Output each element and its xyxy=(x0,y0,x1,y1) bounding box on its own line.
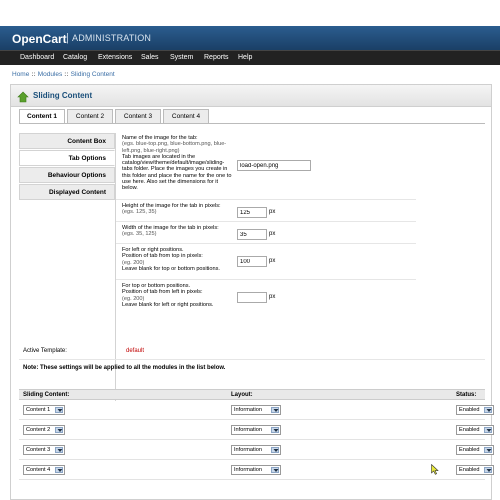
content-select[interactable]: Content 4 xyxy=(23,465,65,475)
module-icon xyxy=(17,90,29,103)
tab-content-1[interactable]: Content 1 xyxy=(19,109,65,123)
left-position-label-block: For top or bottom positions. Position of… xyxy=(122,283,234,308)
page-title: Sliding Content xyxy=(33,91,93,100)
col-layout: Layout: xyxy=(231,392,253,398)
chevron-down-icon xyxy=(271,447,279,453)
image-name-help: (egs. blue-top.png, blue-bottom.png, blu… xyxy=(122,141,227,154)
chevron-down-icon xyxy=(271,467,279,473)
tab-options-content: Name of the image for the tab: (egs. blu… xyxy=(115,133,416,401)
left-position-unit: px xyxy=(269,294,276,300)
image-name-input[interactable] xyxy=(237,160,311,171)
status-select[interactable]: Enabled xyxy=(456,445,494,455)
layout-select[interactable]: Information xyxy=(231,465,281,475)
col-status: Status: xyxy=(456,392,477,398)
height-input[interactable] xyxy=(237,207,267,218)
status-select[interactable]: Enabled xyxy=(456,425,494,435)
header-separator: | xyxy=(66,32,69,44)
vtab-content-box[interactable]: Content Box xyxy=(19,133,115,149)
breadcrumb-home[interactable]: Home xyxy=(12,71,29,78)
left-position-desc: Leave blank for left or right positions. xyxy=(122,301,214,308)
main-menu: Dashboard Catalog Extensions Sales Syste… xyxy=(0,50,500,65)
layout-select[interactable]: Information xyxy=(231,445,281,455)
row-divider xyxy=(19,359,485,360)
width-label-block: Width of the image for the tab in pixels… xyxy=(122,225,234,238)
height-help: (egs. 125, 35) xyxy=(122,209,157,216)
content-select[interactable]: Content 3 xyxy=(23,445,65,455)
table-row: Content 2 Information Enabled xyxy=(19,420,494,440)
chevron-down-icon xyxy=(484,407,492,413)
menu-system[interactable]: System xyxy=(170,54,193,61)
tab-divider xyxy=(19,123,485,124)
chevron-down-icon xyxy=(55,447,63,453)
row-divider xyxy=(116,199,416,200)
module-panel: Sliding Content Content 1 Content 2 Cont… xyxy=(10,84,494,500)
tab-content-4[interactable]: Content 4 xyxy=(163,109,209,123)
chevron-down-icon xyxy=(484,427,492,433)
settings-note: Note: These settings will be applied to … xyxy=(23,365,226,371)
height-unit: px xyxy=(269,209,276,215)
modules-table-header: Sliding Content: Layout: Status: xyxy=(19,389,485,400)
mouse-cursor-icon xyxy=(431,462,439,475)
chevron-down-icon xyxy=(55,467,63,473)
top-position-label-block: For left or right positions. Position of… xyxy=(122,247,234,272)
image-name-desc: Tab images are located in the catalog/vi… xyxy=(122,153,232,192)
col-sliding-content: Sliding Content: xyxy=(23,392,70,398)
top-position-unit: px xyxy=(269,258,276,264)
chevron-down-icon xyxy=(55,407,63,413)
chevron-down-icon xyxy=(271,427,279,433)
vtab-tab-options[interactable]: Tab Options xyxy=(19,150,115,166)
status-select[interactable]: Enabled xyxy=(456,405,494,415)
active-template-label: Active Template: xyxy=(23,348,67,354)
width-unit: px xyxy=(269,231,276,237)
row-divider xyxy=(116,243,416,244)
vtab-behaviour-options[interactable]: Behaviour Options xyxy=(19,167,115,183)
chevron-down-icon xyxy=(484,447,492,453)
table-row: Content 3 Information Enabled xyxy=(19,440,494,460)
layout-select[interactable]: Information xyxy=(231,425,281,435)
menu-catalog[interactable]: Catalog xyxy=(63,54,87,61)
tab-content-3[interactable]: Content 3 xyxy=(115,109,161,123)
width-input[interactable] xyxy=(237,229,267,240)
menu-reports[interactable]: Reports xyxy=(204,54,229,61)
layout-select[interactable]: Information xyxy=(231,405,281,415)
app-logo[interactable]: OpenCart xyxy=(12,32,67,46)
table-row: Content 4 Information Enabled xyxy=(19,460,494,480)
height-label-block: Height of the image for the tab in pixel… xyxy=(122,203,234,216)
menu-dashboard[interactable]: Dashboard xyxy=(20,54,54,61)
vtab-displayed-content[interactable]: Displayed Content xyxy=(19,184,115,200)
tab-content-2[interactable]: Content 2 xyxy=(67,109,113,123)
active-template-value: default xyxy=(126,348,145,354)
status-select[interactable]: Enabled xyxy=(456,465,494,475)
top-position-desc: Leave blank for top or bottom positions. xyxy=(122,265,220,272)
chevron-down-icon xyxy=(55,427,63,433)
left-position-input[interactable] xyxy=(237,292,267,303)
breadcrumb: Home:: Modules:: Sliding Content xyxy=(12,71,115,78)
top-header: OpenCart | ADMINISTRATION xyxy=(0,26,500,50)
content-select[interactable]: Content 1 xyxy=(23,405,65,415)
table-row: Content 1 Information Enabled xyxy=(19,400,494,420)
top-position-input[interactable] xyxy=(237,256,267,267)
menu-sales[interactable]: Sales xyxy=(141,54,159,61)
vertical-tabs: Content Box Tab Options Behaviour Option… xyxy=(19,133,115,201)
header-subtitle: ADMINISTRATION xyxy=(72,33,152,43)
row-divider xyxy=(116,221,416,222)
breadcrumb-modules[interactable]: Modules xyxy=(38,71,63,78)
image-name-label-block: Name of the image for the tab: (egs. blu… xyxy=(122,135,234,192)
row-divider xyxy=(116,279,416,280)
width-help: (egs. 35, 125) xyxy=(122,231,157,238)
panel-header: Sliding Content xyxy=(11,85,491,107)
content-select[interactable]: Content 2 xyxy=(23,425,65,435)
menu-help[interactable]: Help xyxy=(238,54,252,61)
breadcrumb-current[interactable]: Sliding Content xyxy=(71,71,115,78)
chevron-down-icon xyxy=(484,467,492,473)
menu-extensions[interactable]: Extensions xyxy=(98,54,132,61)
chevron-down-icon xyxy=(271,407,279,413)
